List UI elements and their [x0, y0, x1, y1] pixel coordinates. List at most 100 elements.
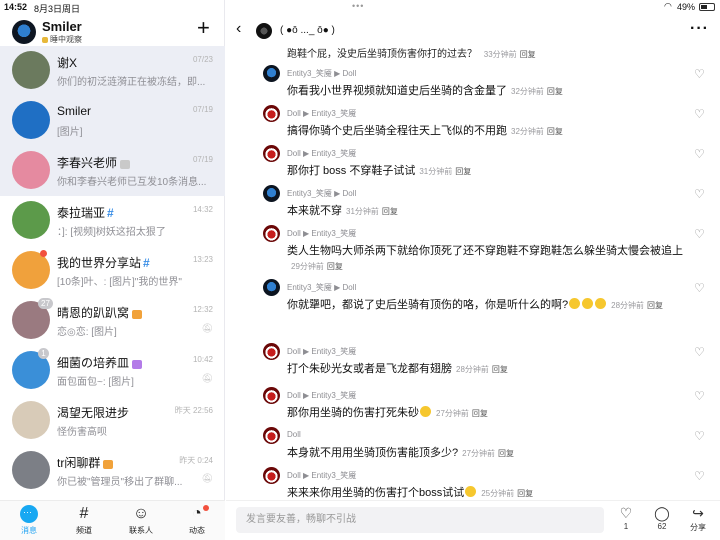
like-heart-icon[interactable]: ♡	[694, 107, 705, 121]
action-label: 分享	[690, 523, 706, 532]
chat-avatar	[12, 101, 50, 139]
battery-icon	[699, 3, 715, 11]
chat-title: 晴恩的趴趴窝	[57, 304, 142, 321]
comment-text: 打个朱砂光女或者是飞龙都有翅膀	[287, 363, 452, 375]
more-options-icon[interactable]: ···	[690, 20, 709, 38]
like-heart-icon[interactable]: ♡	[694, 187, 705, 201]
chat-item[interactable]: 我的世界分享站 #13:23 [10条]叶、: [图片]"我的世界"	[0, 246, 225, 296]
comment-thread-pane: ‹ ( ●ō ..._ ō● ) ··· 跑鞋个屁，没史后坐骑顶伤害你打的过去？…	[226, 0, 720, 540]
chat-avatar	[12, 451, 50, 489]
comment-avatar[interactable]	[263, 427, 280, 444]
like-heart-icon[interactable]: ♡	[694, 67, 705, 81]
comment-icon: ◯	[654, 505, 670, 521]
unread-dot	[40, 250, 47, 257]
chat-time: 07/23	[192, 55, 213, 64]
comment-avatar[interactable]	[263, 467, 280, 484]
reply-button[interactable]: 回复	[492, 365, 508, 374]
tab-message[interactable]: 消息	[9, 503, 49, 536]
add-icon[interactable]: +	[197, 16, 210, 40]
reply-button[interactable]: 回复	[498, 449, 514, 458]
tab-contacts[interactable]: ☺ 联系人	[121, 503, 161, 536]
profile-avatar[interactable]	[12, 20, 36, 44]
comment-time: 32分钟前	[511, 127, 544, 136]
tab-channel[interactable]: # 频道	[64, 503, 104, 536]
tab-moments[interactable]: ◔ 动态	[177, 503, 217, 536]
chat-title-text: tr闲聊群	[57, 456, 101, 470]
status-bar: 14:52 8月3日周日 ••• ◠ 49%	[0, 0, 720, 14]
comment-avatar[interactable]	[263, 65, 280, 82]
reply-button[interactable]: 回复	[547, 87, 563, 96]
chat-time: 昨天 0:24	[179, 456, 213, 465]
wifi-icon: ◠	[664, 1, 672, 11]
tab-label: 动态	[189, 526, 205, 535]
reply-button[interactable]: 回复	[327, 262, 343, 271]
comment-text-block: 那你用坐骑的伤害打死朱砂 27分钟前 回复	[287, 406, 695, 421]
comment-list[interactable]: 跑鞋个屁，没史后坐骑顶伤害你打的过去？ 33分钟前 回复 Entity3_笑魇 ▶…	[226, 44, 720, 500]
comment-author: Entity3_笑魇 ▶ Doll	[287, 69, 357, 78]
chat-item[interactable]: 谢X 07/23 你们的初泛涟漪正在被冻结，即...	[0, 46, 225, 96]
emoji-icon	[582, 298, 594, 309]
comment-avatar[interactable]	[263, 387, 280, 404]
comment-avatar[interactable]	[263, 279, 280, 296]
unread-badge: 27	[38, 298, 53, 309]
chat-item[interactable]: 1 细菌の培养皿 10:42 面包面包~: [图片] 🔕︎	[0, 346, 225, 396]
heart-button[interactable]: ♡ 1	[611, 504, 641, 531]
reply-button[interactable]: 回复	[547, 127, 563, 136]
reply-button[interactable]: 回复	[647, 301, 663, 310]
like-heart-icon[interactable]: ♡	[694, 345, 705, 359]
comment-text-block: 你看我小世界视频就知道史后坐骑的含金量了 32分钟前 回复	[287, 84, 695, 99]
like-heart-icon[interactable]: ♡	[694, 281, 705, 295]
reply-button[interactable]: 回复	[382, 207, 398, 216]
chat-preview: 怪伤害高呗	[57, 427, 107, 438]
thread-header: ‹ ( ●ō ..._ ō● ) ···	[226, 14, 720, 48]
chat-item[interactable]: 李春兴老师 07/19 你和李春兴老师已互发10条消息...	[0, 146, 225, 196]
comment-author: Doll ▶ Entity3_笑魇	[287, 149, 357, 158]
like-heart-icon[interactable]: ♡	[694, 389, 705, 403]
chat-title: 李春兴老师	[57, 154, 130, 171]
comment-author: Entity3_笑魇 ▶ Doll	[287, 283, 357, 292]
profile-name[interactable]: Smiler	[42, 19, 82, 34]
comment-author: Doll ▶ Entity3_笑魇	[287, 229, 357, 238]
like-heart-icon[interactable]: ♡	[694, 147, 705, 161]
comment-avatar[interactable]	[263, 225, 280, 242]
comment-text: 本来就不穿	[287, 205, 342, 217]
chat-time: 13:23	[192, 255, 213, 264]
reply-button[interactable]: 回复	[472, 409, 488, 418]
reply-button[interactable]: 回复	[517, 489, 533, 498]
chat-item[interactable]: Smiler 07/19 [图片]	[0, 96, 225, 146]
comment-avatar[interactable]	[263, 343, 280, 360]
chat-preview: 你和李春兴老师已互发10条消息...	[57, 177, 207, 188]
chat-item[interactable]: 泰拉瑞亚 #14:32：]: [视频]树妖这招太狠了	[0, 196, 225, 246]
like-heart-icon[interactable]: ♡	[694, 227, 705, 241]
like-heart-icon[interactable]: ♡	[694, 469, 705, 483]
comment-author: Doll ▶ Entity3_笑魇	[287, 471, 357, 480]
poster-avatar[interactable]	[256, 23, 272, 39]
comment-time: 31分钟前	[419, 167, 453, 176]
comment-avatar[interactable]	[263, 105, 280, 122]
comment-button[interactable]: ◯ 62	[647, 504, 677, 531]
chat-title-text: 渴望无限进步	[57, 406, 130, 420]
comment-avatar[interactable]	[263, 185, 280, 202]
chat-item[interactable]: tr闲聊群 昨天 0:24 你已被"管理员"移出了群聊... 🔕︎	[0, 446, 225, 496]
chat-title: 谢X	[57, 54, 77, 71]
chat-item[interactable]: 27 晴恩的趴趴窝 12:32 恋◎恋: [图片] 🔕︎	[0, 296, 225, 346]
share-button[interactable]: ↪ 分享	[683, 504, 713, 533]
comment-text-block: 打个朱砂光女或者是飞龙都有翅膀 28分钟前 回复	[287, 362, 695, 377]
multitask-dots-icon[interactable]: •••	[352, 1, 364, 11]
chat-time: 07/19	[192, 105, 213, 114]
reply-button[interactable]: 回复	[455, 167, 471, 176]
status-dot-icon	[42, 37, 48, 43]
profile-status[interactable]: 睡中观察	[42, 34, 82, 45]
like-heart-icon[interactable]: ♡	[694, 429, 705, 443]
top-comment-reply-button[interactable]: 回复	[520, 50, 536, 59]
chat-preview: 你们的初泛涟漪正在被冻结，即...	[57, 77, 206, 88]
profile-status-text: 睡中观察	[50, 35, 82, 44]
comment-input[interactable]: 发言要友善，畅聊不引战	[236, 507, 604, 533]
comment-text: 你就犟吧，都说了史后坐骑有顶伤的咯，你是听什么的啊?	[287, 299, 569, 311]
back-chevron-icon[interactable]: ‹	[236, 20, 241, 38]
chat-avatar	[12, 401, 50, 439]
comment-avatar[interactable]	[263, 145, 280, 162]
moments-icon: ◔	[192, 505, 202, 522]
chat-title-text: 晴恩的趴趴窝	[57, 306, 130, 320]
chat-item[interactable]: 渴望无限进步 昨天 22:56 怪伤害高呗	[0, 396, 225, 446]
